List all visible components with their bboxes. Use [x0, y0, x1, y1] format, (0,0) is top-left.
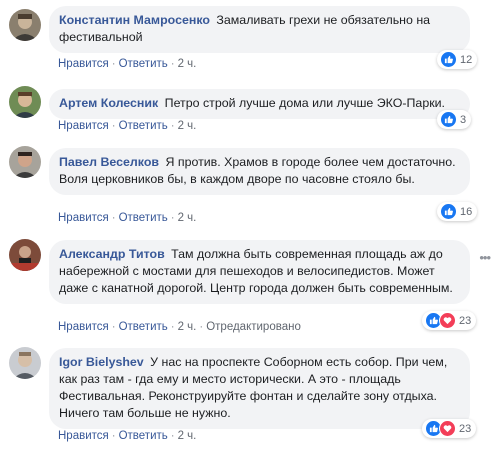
reaction-count[interactable]: 16 — [437, 202, 478, 221]
avatar[interactable] — [9, 239, 41, 271]
reaction-count[interactable]: 3 — [437, 110, 472, 129]
like-link[interactable]: Нравится — [58, 58, 109, 70]
reply-link[interactable]: Ответить — [119, 430, 168, 442]
comment-time[interactable]: 2 ч. — [178, 212, 197, 224]
love-icon — [439, 420, 456, 437]
more-options-icon[interactable]: ••• — [479, 250, 491, 265]
comment-actions: Нравится · Ответить · 2 ч. — [58, 58, 197, 70]
comment-bubble: Павел Веселков Я против. Храмов в городе… — [49, 148, 470, 195]
comment-time[interactable]: 2 ч. — [178, 58, 197, 70]
comment-actions: Нравится · Ответить · 2 ч. — [58, 430, 197, 442]
comment-author[interactable]: Александр Титов — [59, 247, 165, 261]
comment-actions: Нравится · Ответить · 2 ч. — [58, 212, 197, 224]
love-icon — [439, 312, 456, 329]
reply-link[interactable]: Ответить — [119, 120, 168, 132]
comment-bubble: Александр Титов Там должна быть современ… — [49, 240, 470, 304]
comment-time[interactable]: 2 ч. — [178, 321, 197, 333]
reaction-count[interactable]: 23 — [422, 419, 477, 438]
avatar[interactable] — [9, 347, 41, 379]
comment-time[interactable]: 2 ч. — [178, 430, 197, 442]
edited-label[interactable]: Отредактировано — [206, 321, 301, 333]
comment-actions: Нравится · Ответить · 2 ч. · Отредактировано — [58, 321, 301, 333]
comment-author[interactable]: Константин Мамросенко — [59, 13, 210, 27]
avatar[interactable] — [9, 146, 41, 178]
like-icon — [440, 111, 457, 128]
avatar[interactable] — [9, 86, 41, 118]
like-icon — [440, 51, 457, 68]
reaction-count[interactable]: 12 — [437, 50, 478, 69]
like-link[interactable]: Нравится — [58, 321, 109, 333]
like-link[interactable]: Нравится — [58, 212, 109, 224]
comment-bubble: Константин Мамросенко Замаливать грехи н… — [49, 6, 470, 53]
reaction-count-value: 12 — [460, 53, 473, 66]
like-link[interactable]: Нравится — [58, 120, 109, 132]
reaction-count-value: 23 — [459, 422, 472, 435]
like-icon — [440, 203, 457, 220]
avatar[interactable] — [9, 9, 41, 41]
reaction-count-value: 3 — [460, 113, 467, 126]
comment-author[interactable]: Артем Колесник — [59, 96, 158, 110]
reply-link[interactable]: Ответить — [119, 212, 168, 224]
like-link[interactable]: Нравится — [58, 430, 109, 442]
reaction-count-value: 16 — [460, 205, 473, 218]
comment-time[interactable]: 2 ч. — [178, 120, 197, 132]
reply-link[interactable]: Ответить — [119, 321, 168, 333]
comment-bubble: Артем Колесник Петро строй лучше дома ил… — [49, 89, 470, 119]
comment-text: Петро строй лучше дома или лучше ЭКО-Пар… — [164, 96, 445, 110]
comment-bubble: Igor Bielyshev У нас на проспекте Соборн… — [49, 348, 470, 429]
reaction-count[interactable]: 23 — [422, 311, 477, 330]
comment-actions: Нравится · Ответить · 2 ч. — [58, 120, 197, 132]
comment-author[interactable]: Павел Веселков — [59, 155, 159, 169]
reply-link[interactable]: Ответить — [119, 58, 168, 70]
comment-author[interactable]: Igor Bielyshev — [59, 355, 144, 369]
reaction-count-value: 23 — [459, 314, 472, 327]
